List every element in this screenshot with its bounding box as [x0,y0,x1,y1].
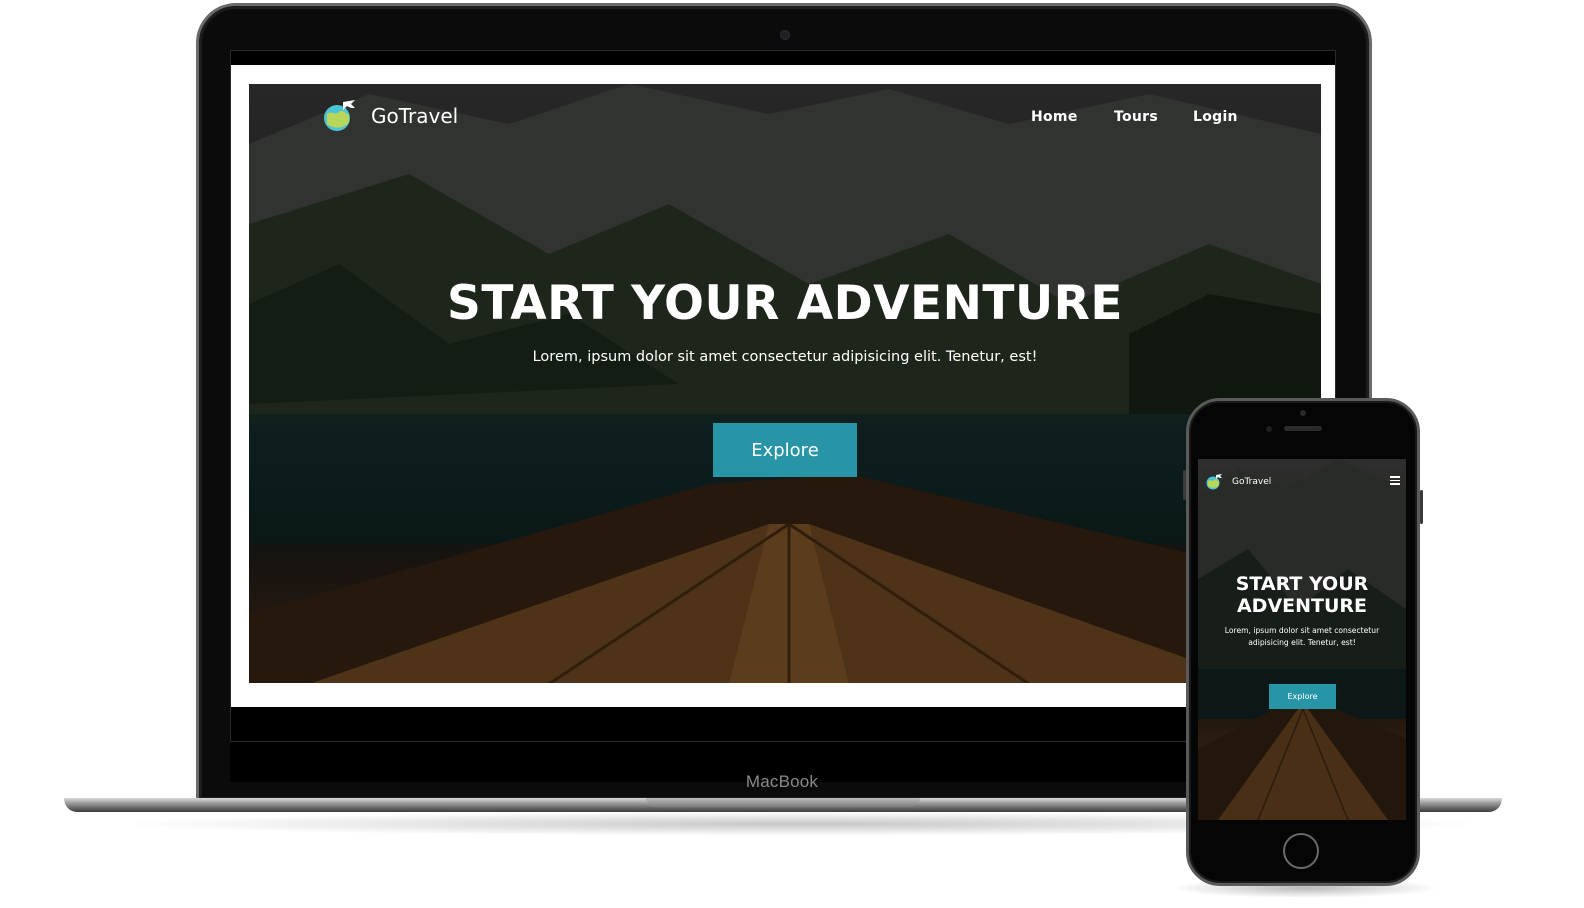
phone-screen: GoTravel START YOUR ADVENTURE Lorem, ips… [1198,459,1406,820]
phone-front-camera [1300,410,1306,416]
top-nav: GoTravel Home Tours Login [249,84,1321,150]
hero-subtitle: Lorem, ipsum dolor sit amet consectetur … [532,349,1038,365]
phone-home-button[interactable] [1283,833,1319,869]
phone-hero-subtitle: Lorem, ipsum dolor sit amet consectetur … [1218,625,1386,649]
phone-globe-plane-logo-icon [1206,474,1222,490]
phone-subtitle-line-2: adipisicing elit. Tenetur, est! [1248,638,1356,647]
phone-hero-title: START YOUR ADVENTURE [1198,573,1406,617]
phone-title-line-2: ADVENTURE [1236,595,1368,617]
phone-sensor [1266,426,1272,432]
hero-section: GoTravel Home Tours Login START YOUR ADV… [249,84,1321,683]
nav-link-home[interactable]: Home [1031,109,1078,125]
hero-overlay [249,84,1321,683]
laptop-camera [780,30,790,40]
explore-button[interactable]: Explore [713,423,857,477]
nav-link-tours[interactable]: Tours [1114,109,1158,125]
hamburger-menu-icon[interactable] [1390,476,1400,486]
phone-volume-button [1183,470,1186,500]
nav-link-login[interactable]: Login [1193,109,1238,125]
brand-name[interactable]: GoTravel [371,104,458,128]
laptop-notch [646,798,920,807]
phone-title-line-1: START YOUR [1235,573,1369,595]
phone-power-button [1420,490,1423,524]
hero-title: START YOUR ADVENTURE [447,276,1123,331]
phone-subtitle-line-1: Lorem, ipsum dolor sit amet consectetur [1224,626,1380,635]
phone-speaker [1284,426,1322,431]
phone-explore-button[interactable]: Explore [1269,684,1336,709]
phone-brand-name[interactable]: GoTravel [1232,477,1271,487]
laptop-label: MacBook [745,772,819,791]
globe-plane-logo-icon [324,100,355,131]
